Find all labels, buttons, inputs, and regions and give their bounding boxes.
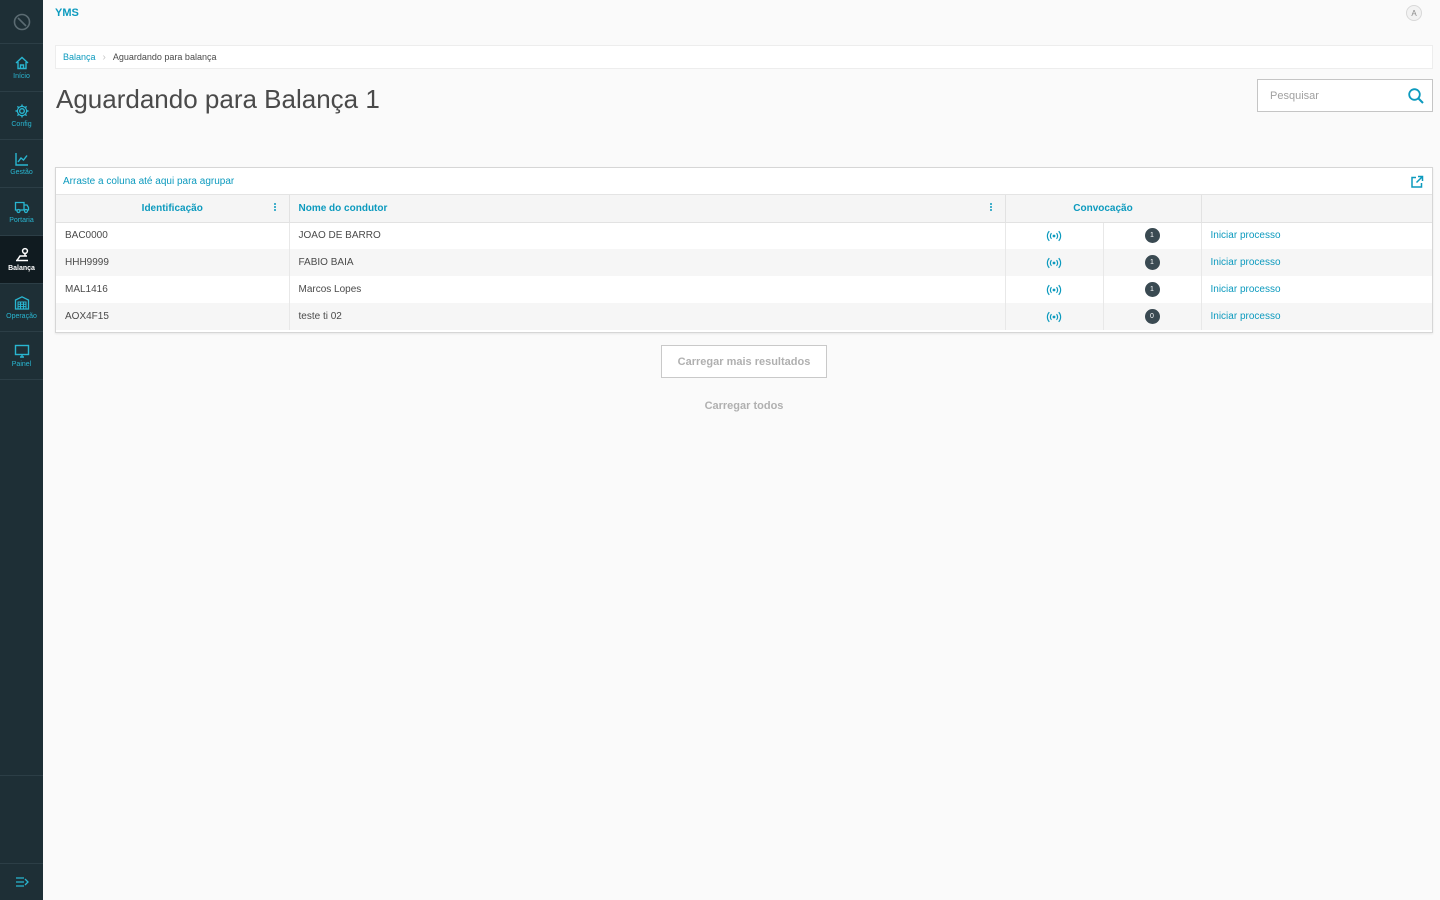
cell-identificacao: MAL1416 xyxy=(56,276,290,303)
count-badge: 1 xyxy=(1144,228,1160,244)
load-more-button[interactable]: Carregar mais resultados xyxy=(661,345,827,378)
sidebar-item-inicio[interactable]: Início xyxy=(0,44,43,92)
load-all-link[interactable]: Carregar todos xyxy=(661,400,827,412)
cell-driver-name: teste ti 02 xyxy=(289,303,1006,330)
broadcast-icon[interactable] xyxy=(1046,256,1062,270)
start-process-link[interactable]: Iniciar processo xyxy=(1211,284,1281,295)
table-row[interactable]: HHH9999 FABIO BAIA 1 Iniciar processo xyxy=(56,249,1432,276)
search-icon[interactable] xyxy=(1407,87,1425,105)
home-icon xyxy=(15,56,28,70)
cell-convocar xyxy=(1005,303,1104,330)
sidebar-item-label: Operação xyxy=(6,313,37,320)
cell-convocacao-count: 1 xyxy=(1103,276,1202,303)
breadcrumb-current: Aguardando para balança xyxy=(112,52,217,62)
table-row[interactable]: BAC0000 JOAO DE BARRO 1 Iniciar processo xyxy=(56,222,1432,249)
app-title[interactable]: YMS xyxy=(55,7,79,19)
avatar-initial: A xyxy=(1411,8,1417,18)
app-logo[interactable] xyxy=(0,0,43,44)
cell-action: Iniciar processo xyxy=(1201,249,1432,276)
sidebar-item-label: Balança xyxy=(8,265,35,272)
column-menu-icon[interactable] xyxy=(989,202,993,214)
sidebar-item-operacao[interactable]: Operação xyxy=(0,284,43,332)
cell-driver-name: Marcos Lopes xyxy=(289,276,1006,303)
column-menu-icon[interactable] xyxy=(273,202,277,214)
breadcrumb-link-balanca[interactable]: Balança xyxy=(63,52,96,62)
column-header-identificacao[interactable]: Identificação xyxy=(56,195,290,223)
broadcast-icon[interactable] xyxy=(1046,283,1062,297)
cell-action: Iniciar processo xyxy=(1201,303,1432,330)
cell-driver-name: FABIO BAIA xyxy=(289,249,1006,276)
warehouse-icon xyxy=(14,296,29,310)
cell-identificacao: HHH9999 xyxy=(56,249,290,276)
logo-icon xyxy=(13,13,30,30)
column-header-label: Identificação xyxy=(141,202,203,214)
cell-action: Iniciar processo xyxy=(1201,222,1432,249)
cell-convocacao-count: 1 xyxy=(1103,222,1202,249)
sidebar-divider xyxy=(0,775,43,776)
sidebar-item-label: Painel xyxy=(11,361,32,368)
grid-table: Identificação Nome do condutor Convocaçã… xyxy=(56,195,1432,330)
count-badge: 1 xyxy=(1144,255,1160,270)
sidebar-collapse-button[interactable] xyxy=(0,863,43,900)
breadcrumb-separator-icon: › xyxy=(102,51,106,63)
count-badge: 1 xyxy=(1144,282,1160,297)
sidebar-item-label: Início xyxy=(13,73,30,80)
grid-header-row: Identificação Nome do condutor Convocaçã… xyxy=(56,195,1432,223)
search-input[interactable] xyxy=(1258,89,1398,102)
sidebar-item-gestao[interactable]: Gestão xyxy=(0,140,43,188)
sidebar: Início Config Gestão Portaria Balança Op… xyxy=(0,0,43,900)
sidebar-item-balanca[interactable]: Balança xyxy=(0,236,43,284)
column-header-nome-condutor[interactable]: Nome do condutor xyxy=(289,195,1006,223)
start-process-link[interactable]: Iniciar processo xyxy=(1211,311,1281,322)
sidebar-item-label: Portaria xyxy=(9,217,34,224)
user-avatar[interactable]: A xyxy=(1406,5,1422,21)
cell-convocar xyxy=(1005,249,1104,276)
page-title: Aguardando para Balança 1 xyxy=(56,84,380,114)
column-header-actions xyxy=(1201,195,1432,223)
sidebar-item-painel[interactable]: Painel xyxy=(0,332,43,380)
column-header-convocacao[interactable]: Convocação xyxy=(1005,195,1202,223)
breadcrumb: Balança › Aguardando para balança xyxy=(55,45,1433,69)
cell-identificacao: AOX4F15 xyxy=(56,303,290,330)
group-panel[interactable]: Arraste a coluna até aqui para agrupar xyxy=(56,168,1432,195)
start-process-link[interactable]: Iniciar processo xyxy=(1211,230,1281,241)
data-grid: Arraste a coluna até aqui para agrupar I… xyxy=(55,167,1433,333)
external-link-icon[interactable] xyxy=(1410,175,1424,189)
column-header-label: Convocação xyxy=(1073,202,1133,214)
table-row[interactable]: AOX4F15 teste ti 02 0 Iniciar processo xyxy=(56,303,1432,330)
group-hint: Arraste a coluna até aqui para agrupar xyxy=(63,175,235,187)
broadcast-icon[interactable] xyxy=(1046,310,1062,324)
broadcast-icon[interactable] xyxy=(1046,229,1062,243)
menu-collapse-icon xyxy=(15,877,29,887)
cell-convocar xyxy=(1005,276,1104,303)
gear-icon xyxy=(15,104,28,118)
count-badge: 0 xyxy=(1144,309,1160,324)
scale-icon xyxy=(15,247,28,262)
truck-icon xyxy=(14,201,29,214)
column-header-label: Nome do condutor xyxy=(298,202,388,214)
monitor-icon xyxy=(14,344,29,358)
cell-action: Iniciar processo xyxy=(1201,276,1432,303)
sidebar-item-config[interactable]: Config xyxy=(0,92,43,140)
chart-icon xyxy=(14,153,28,166)
cell-identificacao: BAC0000 xyxy=(56,222,290,249)
cell-convocacao-count: 0 xyxy=(1103,303,1202,330)
cell-convocacao-count: 1 xyxy=(1103,249,1202,276)
cell-convocar xyxy=(1005,222,1104,249)
cell-driver-name: JOAO DE BARRO xyxy=(289,222,1006,249)
table-row[interactable]: MAL1416 Marcos Lopes 1 Iniciar processo xyxy=(56,276,1432,303)
start-process-link[interactable]: Iniciar processo xyxy=(1211,257,1281,268)
sidebar-item-label: Gestão xyxy=(10,169,33,176)
sidebar-item-portaria[interactable]: Portaria xyxy=(0,188,43,236)
sidebar-item-label: Config xyxy=(11,121,32,128)
search-box xyxy=(1257,79,1433,112)
